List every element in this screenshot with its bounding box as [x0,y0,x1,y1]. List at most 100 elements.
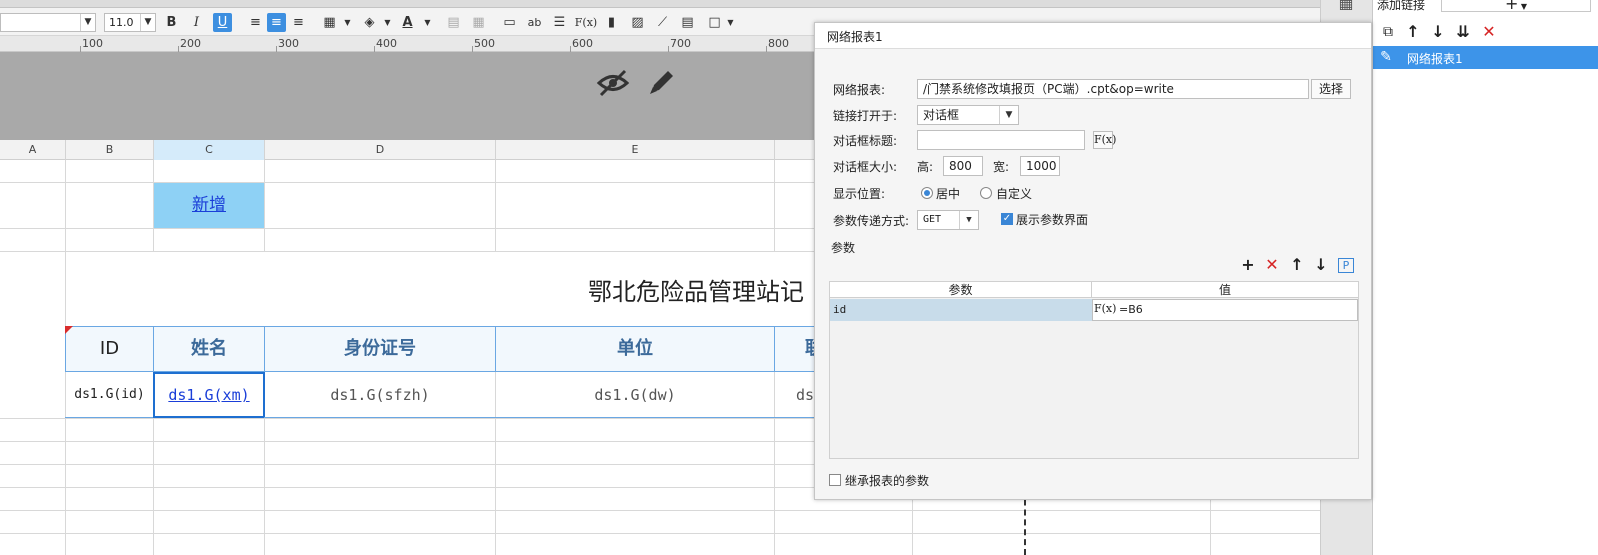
position-custom-label[interactable]: 自定义 [996,185,1032,202]
formula-icon[interactable]: F(x) [574,13,598,32]
subreport-icon[interactable]: ▤ [678,13,697,32]
column-header-e[interactable]: E [496,140,775,160]
plus-icon: + [1504,0,1519,13]
report-path-input[interactable]: /门禁系统修改填报页（PC端）.cpt&op=write [917,79,1309,99]
formula-icon[interactable]: F(x) [1094,301,1116,319]
width-label: 宽: [993,160,1010,174]
param-method-label: 参数传递方式: [833,214,910,228]
font-color-icon[interactable]: A [398,13,417,32]
data-cell-idcard[interactable]: ds1.G(sfzh) [264,372,496,418]
header-cell-id[interactable]: ID [65,326,154,372]
add-link-dropdown[interactable]: + ▼ [1441,0,1591,12]
chevron-down-icon[interactable]: ▼ [378,13,397,32]
data-cell-unit[interactable]: ds1.G(dw) [495,372,775,418]
arrow-down-icon[interactable]: ↓ [1312,256,1330,274]
slash-icon[interactable]: ⟋ [653,13,672,32]
copy-icon[interactable]: ⧉ [1379,23,1397,41]
arrow-up-icon[interactable]: ↑ [1288,256,1306,274]
param-name-cell[interactable]: id [830,299,1092,321]
column-header-a[interactable]: A [0,140,66,160]
report-label: 网络报表: [833,83,886,97]
position-center-label[interactable]: 居中 [936,185,960,202]
column-header-c[interactable]: C [154,140,265,160]
font-size-select[interactable]: 11.0 ▼ [104,13,156,32]
ruler-label: 300 [278,37,299,50]
param-value-cell[interactable]: F(x) =B6 [1092,299,1358,321]
delete-icon[interactable]: ✕ [1480,23,1498,41]
add-param-icon[interactable]: + [1239,256,1257,274]
data-cell-id[interactable]: ds1.G(id) [65,372,154,418]
param-col-header: 参数 [830,282,1092,298]
chevron-down-icon[interactable]: ▼ [418,13,437,32]
height-input[interactable]: 800 [943,156,983,176]
position-label: 显示位置: [833,187,886,201]
header-cell-idcard[interactable]: 身份证号 [264,326,496,372]
ruler-label: 400 [376,37,397,50]
size-label: 对话框大小: [833,160,898,174]
param-method-select[interactable]: GET ▼ [917,210,979,230]
show-param-ui-checkbox[interactable]: ✓ [1001,213,1013,225]
param-value: =B6 [1119,303,1143,316]
chevron-down-icon: ▼ [959,211,978,229]
panel-title: 添加链接 [1377,0,1426,12]
chevron-down-icon[interactable]: ▼ [338,13,357,32]
italic-button[interactable]: I [187,13,206,32]
open-in-label: 链接打开于: [833,109,898,123]
inherit-params-checkbox[interactable] [829,474,841,486]
align-center-icon[interactable]: ≡ [267,13,286,32]
params-table: 参数 值 id F(x) =B6 [829,281,1359,459]
column-header-d[interactable]: D [265,140,496,160]
underline-button[interactable]: U [213,13,232,32]
align-left-icon[interactable]: ≡ [246,13,265,32]
height-label: 高: [917,160,934,174]
chevron-down-icon: ▼ [999,106,1018,124]
add-cell[interactable]: 新增 [154,183,264,228]
header-cell-unit[interactable]: 单位 [495,326,775,372]
link-icon[interactable]: ▭ [500,13,519,32]
width-input[interactable]: 1000 [1020,156,1060,176]
link-item-label: 网络报表1 [1407,52,1463,66]
choose-button[interactable]: 选择 [1311,79,1351,99]
font-family-select[interactable]: ▼ [0,13,96,32]
chart-icon[interactable]: ▮ [602,13,621,32]
cell-marker-icon [65,326,73,334]
dialog-title: 网络报表1 [827,30,883,44]
show-param-ui-label[interactable]: 展示参数界面 [1016,211,1088,228]
split-cells-icon[interactable]: ▦ [469,13,488,32]
document-tab-strip[interactable] [0,0,1340,8]
image-icon[interactable]: ▨ [628,13,647,32]
ruler-label: 200 [180,37,201,50]
ruler-label: 100 [82,37,103,50]
chevron-down-icon[interactable]: ▼ [721,13,740,32]
paragraph-icon[interactable]: ☰ [550,13,569,32]
eye-hidden-icon[interactable] [596,68,630,98]
arrow-down-icon[interactable]: ↓ [1429,23,1447,41]
dialog-title-label: 对话框标题: [833,134,898,148]
ruler-label: 500 [474,37,495,50]
data-cell-name[interactable]: ds1.G(xm) [153,372,265,418]
bold-button[interactable]: B [162,13,181,32]
delete-param-icon[interactable]: ✕ [1263,256,1281,274]
link-list-item-selected[interactable]: ✎ 网络报表1 [1373,46,1598,69]
merge-cells-icon[interactable]: ▤ [444,13,463,32]
position-custom-radio[interactable] [980,187,992,199]
fill-color-icon[interactable]: ◈ [360,13,379,32]
position-center-radio[interactable] [921,187,933,199]
arrow-up-icon[interactable]: ↑ [1404,23,1422,41]
formula-button[interactable]: F(x) [1093,131,1116,149]
pencil-icon[interactable] [646,66,678,98]
header-cell-name[interactable]: 姓名 [153,326,265,372]
text-icon[interactable]: ab [525,13,544,32]
chevron-down-icon: ▼ [80,14,95,31]
border-icon[interactable]: ▦ [320,13,339,32]
inherit-params-label[interactable]: 继承报表的参数 [845,472,929,489]
dialog-title-input[interactable] [917,130,1085,150]
column-header-b[interactable]: B [66,140,154,160]
add-link[interactable]: 新增 [192,195,226,215]
font-size-value: 11.0 [109,16,134,29]
open-in-select[interactable]: 对话框 ▼ [917,105,1019,125]
grid-icon[interactable]: ▦ [1337,0,1355,12]
param-p-icon[interactable]: P [1338,258,1354,273]
align-right-icon[interactable]: ≡ [289,13,308,32]
move-bottom-icon[interactable]: ⇊ [1454,23,1472,41]
